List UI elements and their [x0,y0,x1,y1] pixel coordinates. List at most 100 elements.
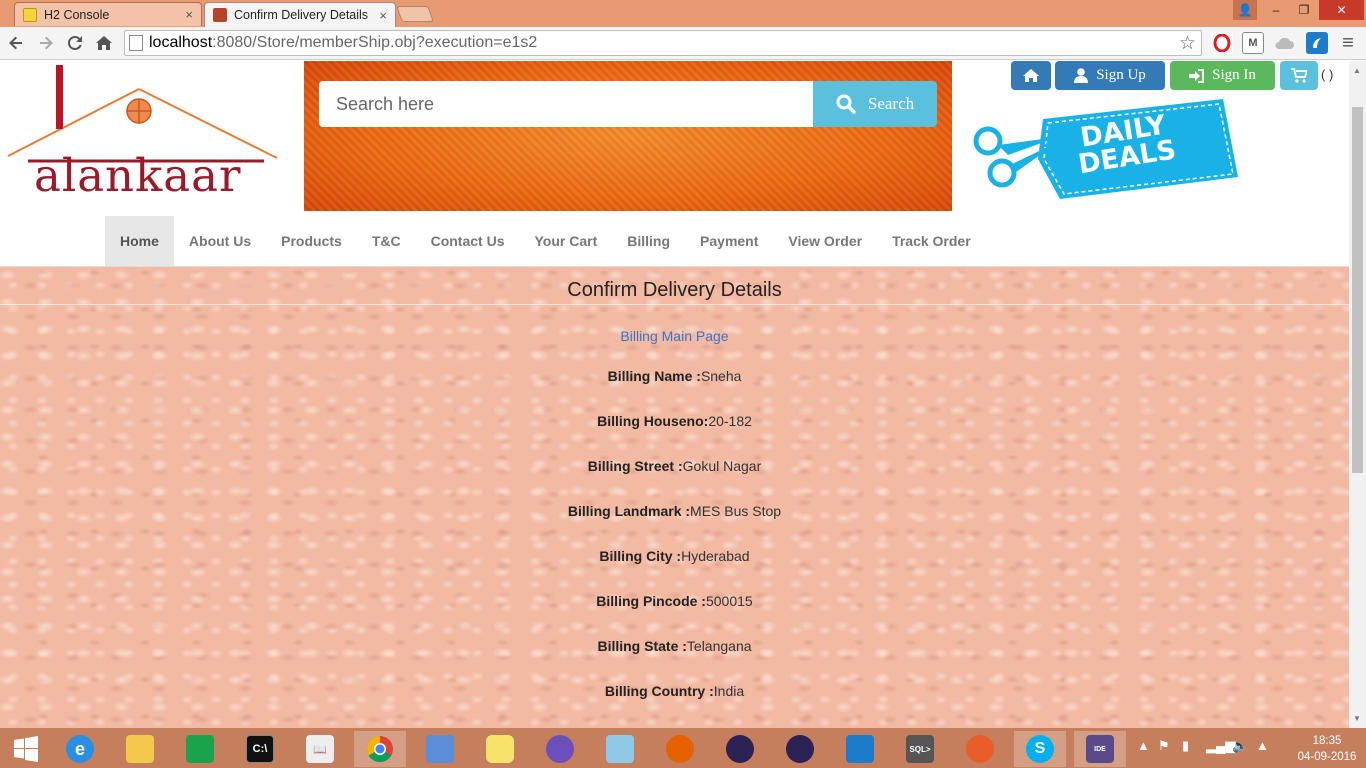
taskbar-notes[interactable] [594,731,646,767]
javaee-ide-icon: IDE [1086,735,1114,763]
tab-title: Confirm Delivery Details [234,8,369,22]
volume-icon[interactable]: 🔈 [1232,738,1248,754]
sign-up-button[interactable]: Sign Up [1055,61,1165,90]
vertical-scrollbar[interactable]: ▲ ▼ [1349,61,1366,728]
field-value: Telangana [686,638,752,654]
billing-landmark-row: Billing Landmark :MES Bus Stop [0,503,1349,519]
forward-icon[interactable] [34,31,58,55]
taskbar-skype[interactable]: S [1014,731,1066,767]
flag-icon[interactable]: ⚑ [1158,738,1170,754]
cloud-extension-icon[interactable] [1273,32,1295,54]
opera-extension-icon[interactable] [1211,32,1233,54]
cart-icon [1291,68,1307,83]
taskbar-eclipse-1[interactable] [714,731,766,767]
nav-payment[interactable]: Payment [685,216,773,266]
taskbar-database[interactable] [474,731,526,767]
tab-close-icon[interactable]: × [185,7,193,22]
field-label: Billing City : [599,548,682,564]
taskbar-window-app[interactable] [414,731,466,767]
taskbar-cmd[interactable]: C:\ [234,731,286,767]
user-profile-icon[interactable]: 👤 [1233,0,1257,20]
taskbar-rocket[interactable] [954,731,1006,767]
minimize-button[interactable]: – [1262,0,1290,20]
field-label: Billing State : [597,638,687,654]
nav-terms[interactable]: T&C [357,216,416,266]
home-icon [1023,69,1039,82]
taskbar-blue-app[interactable] [834,731,886,767]
field-value: Gokul Nagar [682,458,762,474]
web-page: alankaar Search Sign Up Sign In ( ) [0,61,1349,728]
header-banner: Search [304,61,952,211]
billing-street-row: Billing Street :Gokul Nagar [0,458,1349,474]
cart-button[interactable] [1280,61,1318,90]
taskbar-javaee-ide[interactable]: IDE [1074,731,1126,767]
site-logo[interactable]: alankaar [6,61,280,202]
home-button[interactable] [1011,61,1051,90]
taskbar-chrome[interactable] [354,731,406,767]
url-host: localhost [149,34,213,51]
taskbar-book[interactable]: 📖 [294,731,346,767]
start-button[interactable] [0,731,52,767]
scroll-down-icon[interactable]: ▼ [1353,714,1361,723]
nav-about-us[interactable]: About Us [174,216,266,266]
maximize-button[interactable]: ❐ [1290,0,1318,20]
database-icon [486,735,514,763]
power-icon[interactable]: ▮ [1182,738,1189,754]
search-input[interactable] [319,81,815,127]
close-window-button[interactable]: ✕ [1319,0,1364,20]
billing-city-row: Billing City :Hyderabad [0,548,1349,564]
daily-deals-badge[interactable]: DAILY DEALS [968,97,1243,202]
taskbar-github[interactable] [534,731,586,767]
tab-h2-console[interactable]: H2 Console × [14,2,202,26]
nav-contact-us[interactable]: Contact Us [416,216,520,266]
h2-favicon-icon [23,7,37,22]
taskbar-clock[interactable]: 18:35 04-09-2016 [1296,733,1358,765]
nav-products[interactable]: Products [266,216,357,266]
address-bar[interactable]: localhost:8080/Store/memberShip.obj?exec… [124,30,1202,56]
browser-toolbar: localhost:8080/Store/memberShip.obj?exec… [0,27,1366,60]
reload-icon[interactable] [63,31,87,55]
taskbar-store[interactable] [174,731,226,767]
tab-confirm-delivery[interactable]: Confirm Delivery Details × [204,2,396,27]
tab-close-icon[interactable]: × [379,8,387,23]
user-icon [1074,68,1089,83]
field-label: Billing Street : [587,458,683,474]
field-label: Billing Name : [607,368,701,384]
billing-state-row: Billing State :Telangana [0,638,1349,654]
taskbar-firefox[interactable] [654,731,706,767]
nav-track-order[interactable]: Track Order [877,216,986,266]
nav-billing[interactable]: Billing [612,216,685,266]
field-label: Billing Pincode : [596,593,706,609]
back-icon[interactable] [4,31,28,55]
title-divider [0,304,1349,305]
bookmark-star-icon[interactable]: ☆ [1179,32,1196,55]
firefox-icon [666,735,694,763]
search-button[interactable]: Search [813,81,937,127]
clock-time: 18:35 [1312,735,1342,747]
new-tab-button[interactable] [396,6,434,22]
menu-icon[interactable]: ≡ [1336,31,1360,55]
page-icon [129,35,143,51]
shield-extension-icon[interactable]: M [1242,32,1264,54]
nav-your-cart[interactable]: Your Cart [520,216,613,266]
home-icon[interactable] [92,31,116,55]
octocat-icon [546,735,574,763]
taskbar-sql[interactable]: SQL> [894,731,946,767]
scrollbar-thumb[interactable] [1352,107,1363,473]
search-button-label: Search [867,94,915,113]
billing-name-row: Billing Name :Sneha [0,368,1349,384]
field-value: MES Bus Stop [690,503,782,519]
nav-view-order[interactable]: View Order [773,216,877,266]
drive-icon[interactable]: ▲ [1256,738,1269,753]
blue-extension-icon[interactable] [1306,32,1328,54]
sign-in-button[interactable]: Sign In [1170,61,1275,90]
taskbar-ie[interactable]: e [54,731,106,767]
billing-main-page-link[interactable]: Billing Main Page [0,328,1349,344]
show-hidden-icons[interactable]: ▲ [1137,738,1150,753]
scroll-up-icon[interactable]: ▲ [1353,66,1361,75]
nav-home[interactable]: Home [105,216,174,266]
taskbar-explorer[interactable] [114,731,166,767]
search-icon [836,94,856,114]
network-icon[interactable]: ▂▄▆ [1206,738,1235,754]
taskbar-eclipse-2[interactable] [774,731,826,767]
